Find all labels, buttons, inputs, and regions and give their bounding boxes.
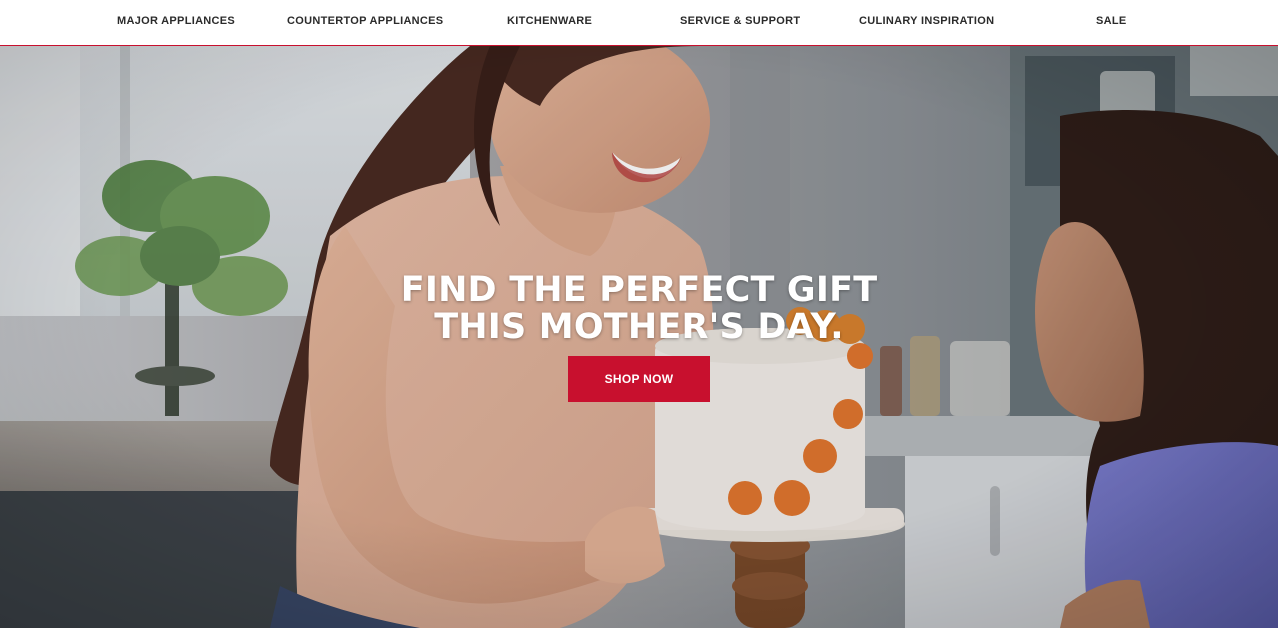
nav-item-culinary-inspiration[interactable]: CULINARY INSPIRATION: [859, 15, 994, 27]
shop-now-button[interactable]: SHOP NOW: [568, 356, 710, 402]
hero-content: FIND THE PERFECT GIFT THIS MOTHER'S DAY.…: [0, 46, 1278, 628]
nav-item-kitchenware[interactable]: KITCHENWARE: [507, 15, 592, 27]
hero-headline: FIND THE PERFECT GIFT THIS MOTHER'S DAY.: [400, 270, 878, 347]
nav-item-major-appliances[interactable]: MAJOR APPLIANCES: [117, 15, 235, 27]
top-navigation: MAJOR APPLIANCES COUNTERTOP APPLIANCES K…: [0, 0, 1278, 46]
hero-banner[interactable]: FIND THE PERFECT GIFT THIS MOTHER'S DAY.…: [0, 46, 1278, 628]
nav-item-countertop-appliances[interactable]: COUNTERTOP APPLIANCES: [287, 15, 443, 27]
nav-item-service-support[interactable]: SERVICE & SUPPORT: [680, 15, 800, 27]
nav-item-sale[interactable]: SALE: [1096, 15, 1127, 27]
